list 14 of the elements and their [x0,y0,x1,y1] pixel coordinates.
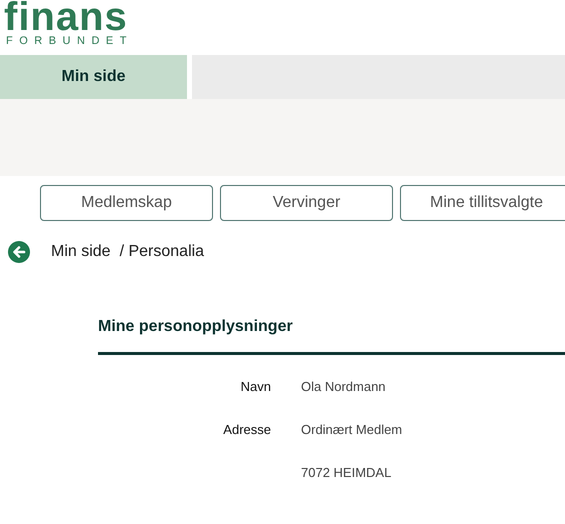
field-value: 7072 HEIMDAL [301,464,392,482]
field-value: Ordinært Medlem [301,421,402,439]
logo-subtitle: FORBUNDET [5,34,133,48]
nav-button[interactable]: Mine tillitsvalgte [400,185,565,221]
field-label: Navn [240,379,271,394]
field-value: Ola Nordmann [301,378,386,396]
logo-wordmark: finans [4,0,128,34]
nav-button[interactable]: Medlemskap [40,185,213,221]
breadcrumb-current: / Personalia [120,242,204,262]
field-label: Adresse [223,422,271,437]
breadcrumb-link[interactable]: Min side [51,240,111,264]
nav-button[interactable]: Vervinger [220,185,393,221]
tab[interactable]: Min side [0,55,187,99]
section-title: Mine personopplysninger [98,317,294,337]
